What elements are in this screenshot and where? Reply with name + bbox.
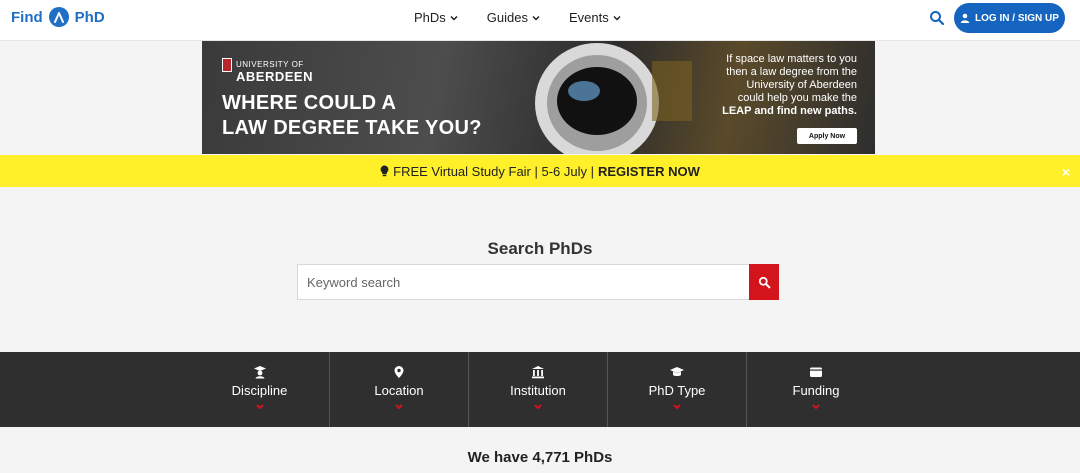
site-header: Find PhD PhDs Guides Events LOG IN / SIG… xyxy=(0,0,1080,41)
university-ad-banner[interactable]: UNIVERSITY OF ABERDEEN WHERE COULD A LAW… xyxy=(202,41,875,154)
register-now-link[interactable]: REGISTER NOW xyxy=(598,164,700,179)
chevron-down-icon xyxy=(255,404,264,410)
logo-text-phd: PhD xyxy=(74,8,105,26)
university-name-big: ABERDEEN xyxy=(236,69,313,84)
banner-headline-line1: WHERE COULD A xyxy=(222,92,397,114)
category-phd-type[interactable]: PhD Type xyxy=(607,352,746,427)
nav-events-label: Events xyxy=(569,10,609,25)
chevron-down-icon xyxy=(812,404,820,410)
study-fair-text: FREE Virtual Study Fair | 5-6 July | xyxy=(393,163,594,179)
university-name: UNIVERSITY OF ABERDEEN xyxy=(236,60,313,84)
astronaut-image xyxy=(535,43,692,154)
nav-events[interactable]: Events xyxy=(569,10,622,25)
search-title: Search PhDs xyxy=(487,239,593,258)
map-pin-icon xyxy=(394,366,404,378)
chevron-down-icon xyxy=(673,404,681,410)
category-discipline[interactable]: Discipline xyxy=(190,352,329,427)
category-label: Institution xyxy=(510,383,566,398)
university-name-small: UNIVERSITY OF xyxy=(236,60,304,69)
chevron-down-icon xyxy=(532,15,540,21)
chevron-down-icon xyxy=(534,404,542,410)
category-label: PhD Type xyxy=(648,383,706,398)
banner-copy: If space law matters to you then a law d… xyxy=(687,53,857,118)
nav-phds[interactable]: PhDs xyxy=(414,10,459,25)
search-icon xyxy=(758,276,770,288)
category-funding[interactable]: Funding xyxy=(746,352,885,427)
keyword-search-input[interactable] xyxy=(297,264,749,300)
study-fair-banner[interactable]: FREE Virtual Study Fair | 5-6 July | REG… xyxy=(0,155,1080,187)
lightbulb-icon xyxy=(380,165,389,177)
chevron-down-icon xyxy=(613,15,621,21)
banner-copy-line: LEAP and find new paths. xyxy=(722,105,857,117)
apply-now-button[interactable]: Apply Now xyxy=(797,128,857,144)
graduate-icon xyxy=(253,366,266,379)
phd-count-heading: We have 4,771 PhDs xyxy=(467,449,613,466)
logo-mark-icon xyxy=(48,7,69,27)
search-submit-button[interactable] xyxy=(749,264,779,300)
wallet-icon xyxy=(810,367,822,377)
banner-copy-line: If space law matters to you xyxy=(726,53,857,65)
banner-copy-line: could help you make the xyxy=(737,92,857,104)
logo-text-find: Find xyxy=(11,8,43,26)
nav-guides-label: Guides xyxy=(486,10,528,25)
nav-phds-label: PhDs xyxy=(414,10,446,25)
category-label: Location xyxy=(374,383,424,398)
category-label: Funding xyxy=(792,383,840,398)
nav-guides[interactable]: Guides xyxy=(487,10,541,25)
banner-headline: WHERE COULD A LAW DEGREE TAKE YOU? xyxy=(222,91,482,141)
user-icon xyxy=(960,13,970,23)
category-institution[interactable]: Institution xyxy=(468,352,607,427)
site-logo[interactable]: Find PhD xyxy=(11,7,105,27)
chevron-down-icon xyxy=(395,404,403,410)
banner-headline-line2: LAW DEGREE TAKE YOU? xyxy=(222,117,482,139)
login-signup-button[interactable]: LOG IN / SIGN UP xyxy=(954,3,1065,33)
category-location[interactable]: Location xyxy=(329,352,468,427)
banner-copy-line: University of Aberdeen xyxy=(746,79,857,91)
login-signup-label: LOG IN / SIGN UP xyxy=(975,12,1059,24)
university-crest-icon xyxy=(222,58,232,72)
institution-icon xyxy=(532,366,544,379)
chevron-down-icon xyxy=(450,15,458,21)
category-label: Discipline xyxy=(231,383,288,398)
mortarboard-icon xyxy=(670,367,684,377)
main-nav: PhDs Guides Events xyxy=(414,10,622,25)
banner-copy-line: then a law degree from the xyxy=(726,66,857,78)
search-icon[interactable] xyxy=(929,10,945,26)
close-icon[interactable]: × xyxy=(1062,164,1070,180)
category-bar: Discipline Location Institution PhD Type… xyxy=(0,352,1080,427)
